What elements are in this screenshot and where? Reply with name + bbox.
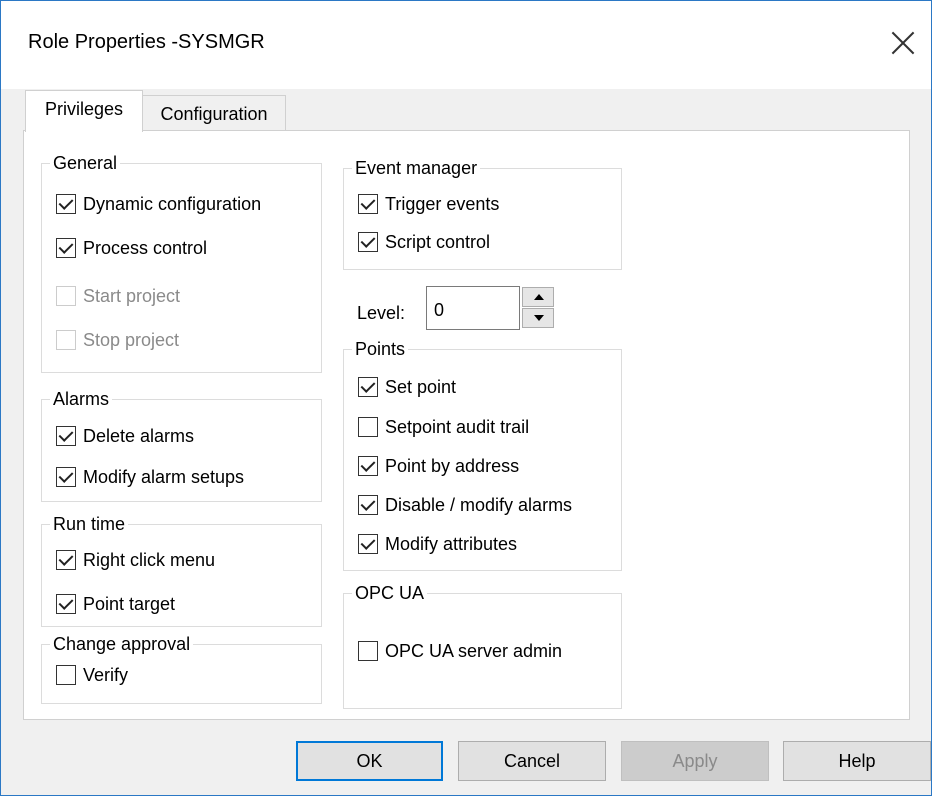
privileges-panel: General Dynamic configuration Process co… xyxy=(23,130,910,720)
role-properties-dialog: Role Properties -SYSMGR Privileges Confi… xyxy=(0,0,932,796)
checkbox-label: Point target xyxy=(83,593,176,614)
checkbox-set-point[interactable]: Set point xyxy=(358,374,456,400)
checkbox-icon[interactable] xyxy=(56,550,76,570)
checkbox-stop-project: Stop project xyxy=(56,327,179,353)
checkbox-start-project: Start project xyxy=(56,283,180,309)
checkbox-icon[interactable] xyxy=(56,467,76,487)
group-change-approval: Change approval Verify xyxy=(41,633,322,704)
checkbox-label: Verify xyxy=(83,664,129,685)
checkbox-label: Dynamic configuration xyxy=(83,193,262,214)
title-bar: Role Properties -SYSMGR xyxy=(1,1,931,89)
group-event-manager-title: Event manager xyxy=(352,157,481,179)
checkbox-label: Setpoint audit trail xyxy=(385,416,530,437)
checkbox-icon[interactable] xyxy=(358,534,378,554)
arrow-down-icon xyxy=(534,315,544,321)
group-opc-ua-title: OPC UA xyxy=(352,582,428,604)
checkbox-modify-alarm-setups[interactable]: Modify alarm setups xyxy=(56,464,244,490)
checkbox-label: Script control xyxy=(385,231,491,252)
checkbox-label: Right click menu xyxy=(83,549,216,570)
checkbox-point-target[interactable]: Point target xyxy=(56,591,175,617)
cancel-button[interactable]: Cancel xyxy=(458,741,606,781)
close-icon[interactable] xyxy=(889,29,917,57)
group-alarms: Alarms Delete alarms Modify alarm setups xyxy=(41,388,322,502)
checkbox-label: Start project xyxy=(83,285,181,306)
group-event-manager: Event manager Trigger events Script cont… xyxy=(343,157,622,270)
checkbox-label: Set point xyxy=(385,376,457,397)
checkbox-icon[interactable] xyxy=(358,194,378,214)
dialog-title: Role Properties -SYSMGR xyxy=(28,31,265,53)
group-opc-ua: OPC UA OPC UA server admin xyxy=(343,582,622,709)
checkbox-icon[interactable] xyxy=(358,456,378,476)
checkbox-icon[interactable] xyxy=(358,417,378,437)
checkbox-trigger-events[interactable]: Trigger events xyxy=(358,191,499,217)
arrow-up-icon xyxy=(534,294,544,300)
checkbox-process-control[interactable]: Process control xyxy=(56,235,207,261)
checkbox-label: Process control xyxy=(83,237,208,258)
checkbox-modify-attributes[interactable]: Modify attributes xyxy=(358,531,517,557)
group-points-title: Points xyxy=(352,338,409,360)
checkbox-label: OPC UA server admin xyxy=(385,640,563,661)
checkbox-icon xyxy=(56,286,76,306)
checkbox-icon[interactable] xyxy=(56,194,76,214)
group-general-title: General xyxy=(50,152,121,174)
group-alarms-title: Alarms xyxy=(50,388,113,410)
checkbox-opc-ua-server-admin[interactable]: OPC UA server admin xyxy=(358,638,562,664)
checkbox-disable-modify-alarms[interactable]: Disable / modify alarms xyxy=(358,492,572,518)
checkbox-verify[interactable]: Verify xyxy=(56,662,128,688)
checkbox-icon[interactable] xyxy=(56,238,76,258)
level-input[interactable] xyxy=(426,286,520,330)
checkbox-delete-alarms[interactable]: Delete alarms xyxy=(56,423,194,449)
checkbox-point-by-address[interactable]: Point by address xyxy=(358,453,519,479)
checkbox-icon xyxy=(56,330,76,350)
spin-up-button[interactable] xyxy=(522,287,554,307)
tab-configuration[interactable]: Configuration xyxy=(143,95,286,131)
group-change-approval-title: Change approval xyxy=(50,633,194,655)
checkbox-right-click-menu[interactable]: Right click menu xyxy=(56,547,215,573)
apply-button: Apply xyxy=(621,741,769,781)
checkbox-script-control[interactable]: Script control xyxy=(358,229,490,255)
checkbox-icon[interactable] xyxy=(358,495,378,515)
group-general: General Dynamic configuration Process co… xyxy=(41,152,322,373)
checkbox-label: Delete alarms xyxy=(83,425,195,446)
group-points: Points Set point Setpoint audit trail Po… xyxy=(343,338,622,571)
group-run-time: Run time Right click menu Point target xyxy=(41,513,322,627)
checkbox-dynamic-configuration[interactable]: Dynamic configuration xyxy=(56,191,261,217)
tab-privileges[interactable]: Privileges xyxy=(25,90,143,132)
level-spinner[interactable] xyxy=(522,287,554,329)
checkbox-icon[interactable] xyxy=(56,665,76,685)
spin-down-button[interactable] xyxy=(522,308,554,328)
level-label: Level: xyxy=(357,303,406,323)
checkbox-label: Modify alarm setups xyxy=(83,466,245,487)
group-run-time-title: Run time xyxy=(50,513,129,535)
checkbox-setpoint-audit-trail[interactable]: Setpoint audit trail xyxy=(358,414,529,440)
checkbox-icon[interactable] xyxy=(358,232,378,252)
checkbox-label: Point by address xyxy=(385,455,520,476)
ok-button[interactable]: OK xyxy=(296,741,443,781)
checkbox-icon[interactable] xyxy=(358,641,378,661)
checkbox-label: Disable / modify alarms xyxy=(385,494,573,515)
checkbox-icon[interactable] xyxy=(56,426,76,446)
checkbox-label: Trigger events xyxy=(385,193,500,214)
checkbox-label: Modify attributes xyxy=(385,533,518,554)
help-button[interactable]: Help xyxy=(783,741,931,781)
checkbox-icon[interactable] xyxy=(358,377,378,397)
checkbox-icon[interactable] xyxy=(56,594,76,614)
checkbox-label: Stop project xyxy=(83,329,180,350)
